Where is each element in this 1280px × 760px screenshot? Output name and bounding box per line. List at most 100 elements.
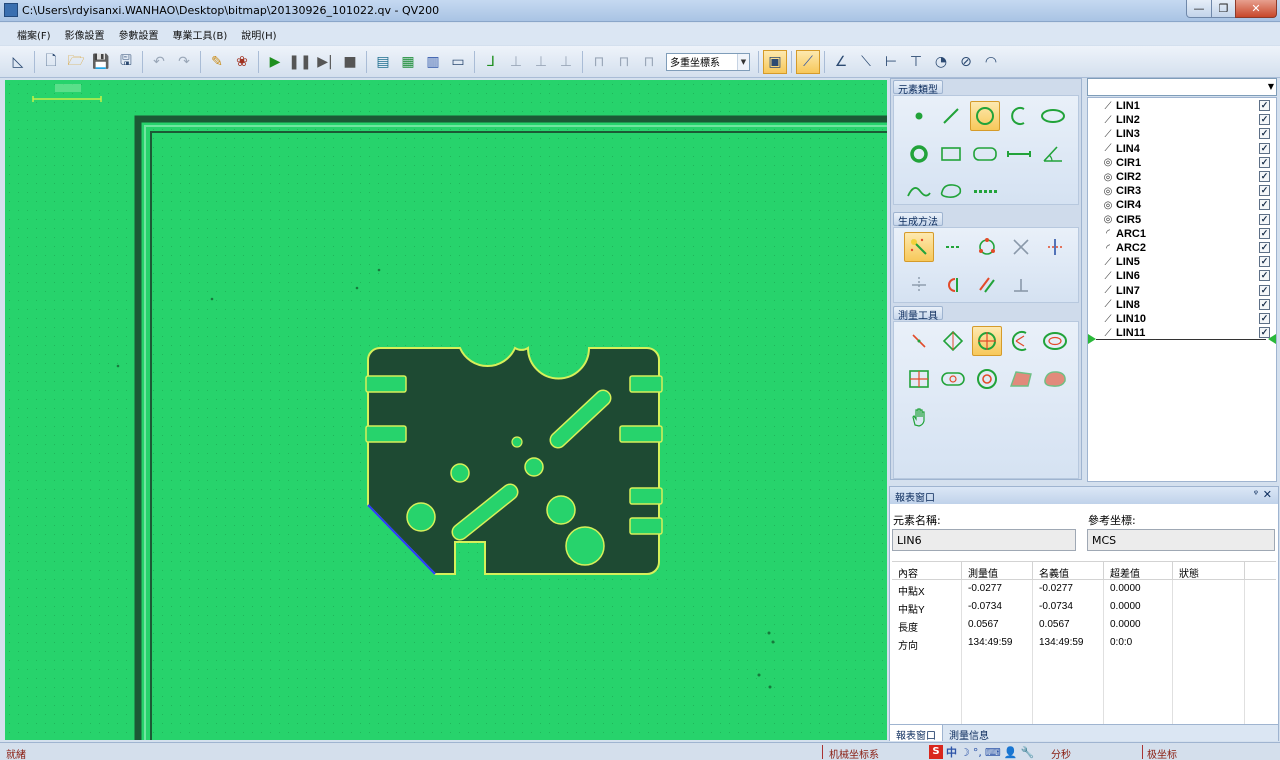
tab-report[interactable]: 報表窗口 — [890, 725, 943, 742]
ellipse-icon[interactable] — [1038, 101, 1068, 131]
camera-view[interactable] — [5, 80, 887, 740]
list-item[interactable]: ⟋ LIN11 ✓ — [1088, 326, 1276, 340]
menu-help[interactable]: 說明(H) — [234, 27, 283, 42]
visibility-checkbox[interactable]: ✓ — [1259, 313, 1270, 324]
line-icon[interactable] — [936, 101, 966, 131]
list-item[interactable]: ◜ ARC2 ✓ — [1088, 241, 1276, 255]
tangent-icon[interactable] — [938, 270, 968, 300]
maximize-button[interactable]: ❐ — [1211, 0, 1236, 18]
column-header[interactable]: 狀態 — [1173, 562, 1245, 580]
visibility-checkbox[interactable]: ✓ — [1259, 327, 1270, 339]
three-point-circle-icon[interactable] — [972, 232, 1002, 262]
redo-icon[interactable]: ↷ — [172, 50, 196, 74]
visibility-checkbox[interactable]: ✓ — [1259, 213, 1270, 225]
excel-export-icon[interactable]: ▦ — [396, 50, 420, 74]
axes-icon[interactable]: ⅃ — [479, 50, 503, 74]
list-item[interactable]: ◎ CIR1 ✓ — [1088, 156, 1276, 170]
ring-icon[interactable] — [904, 139, 934, 169]
sogou-icon[interactable]: S — [929, 745, 943, 759]
point-cloud-icon[interactable] — [970, 176, 1000, 206]
visibility-checkbox[interactable]: ✓ — [1259, 171, 1270, 182]
moon-icon[interactable]: ☽ — [960, 746, 970, 759]
list-item[interactable]: ⟋ LIN6 ✓ — [1088, 269, 1276, 283]
pin-icon[interactable]: ᵠ — [1254, 489, 1258, 500]
curve-icon[interactable] — [904, 176, 934, 206]
ruler-icon[interactable]: ◺ — [6, 50, 30, 74]
list-item[interactable]: ⟋ LIN3 ✓ — [1088, 127, 1276, 141]
point-icon[interactable] — [904, 101, 934, 131]
undo-icon[interactable]: ↶ — [147, 50, 171, 74]
table-row[interactable]: 方向 134:49:59 134:49:59 0:0:0 — [892, 634, 1276, 652]
document-icon[interactable]: ▭ — [446, 50, 470, 74]
pause-icon[interactable]: ❚❚ — [288, 50, 312, 74]
ime-mode[interactable]: 中 — [946, 744, 957, 760]
ring-tool-icon[interactable] — [972, 364, 1002, 394]
visibility-checkbox[interactable]: ✓ — [1259, 199, 1270, 211]
rectangle-tool-icon[interactable] — [904, 364, 934, 394]
coord-rotate-icon[interactable]: ⊥ — [554, 50, 578, 74]
wrench-icon[interactable]: 🔧 — [1020, 746, 1034, 759]
visibility-checkbox[interactable]: ✓ — [1259, 227, 1270, 239]
list-item[interactable]: ◎ CIR5 ✓ — [1088, 213, 1276, 227]
list-item[interactable]: ◎ CIR4 ✓ — [1088, 198, 1276, 212]
slot-icon[interactable] — [970, 139, 1000, 169]
visibility-checkbox[interactable]: ✓ — [1259, 185, 1270, 197]
new-file-icon[interactable]: 🗋 — [39, 50, 63, 74]
list-item[interactable]: ⟋ LIN10 ✓ — [1088, 312, 1276, 326]
auto-edge-icon[interactable]: ⟋ — [796, 49, 820, 74]
visibility-checkbox[interactable]: ✓ — [1259, 156, 1270, 168]
point-line-distance-icon[interactable]: ⟍ — [854, 50, 878, 74]
table-row[interactable]: 中點X -0.0277 -0.0277 0.0000 — [892, 580, 1276, 598]
list-item[interactable]: ⟋ LIN5 ✓ — [1088, 255, 1276, 269]
menu-image-settings[interactable]: 影像設置 — [58, 27, 112, 42]
ime-toolbar[interactable]: S 中 ☽ °, ⌨ 👤 🔧 — [929, 744, 1034, 760]
parallel-icon[interactable] — [972, 270, 1002, 300]
keyboard-icon[interactable]: ⌨ — [985, 746, 1001, 759]
user-icon[interactable]: 👤 — [1004, 746, 1018, 759]
angle-icon[interactable] — [1038, 139, 1068, 169]
arc-icon[interactable] — [1004, 101, 1034, 131]
coord-origin-icon[interactable]: ⊥ — [529, 50, 553, 74]
table-row[interactable]: 長度 0.0567 0.0567 0.0000 — [892, 616, 1276, 634]
list-item[interactable]: ◜ ARC1 ✓ — [1088, 227, 1276, 241]
menu-parameter-settings[interactable]: 參數設置 — [112, 27, 166, 42]
play-icon[interactable]: ▶ — [263, 50, 287, 74]
area-tool-icon[interactable] — [1006, 364, 1036, 394]
list-item[interactable]: ⟋ LIN2 ✓ — [1088, 113, 1276, 127]
word-export-icon[interactable]: ▥ — [421, 50, 445, 74]
coord-load-icon[interactable]: ⊓ — [612, 50, 636, 74]
list-item[interactable]: ⟋ LIN7 ✓ — [1088, 284, 1276, 298]
contour-tool-icon[interactable] — [1040, 364, 1070, 394]
save-icon[interactable]: 💾 — [89, 50, 113, 74]
close-button[interactable]: ✕ — [1235, 0, 1277, 18]
visibility-checkbox[interactable]: ✓ — [1259, 114, 1270, 126]
stop-icon[interactable]: ■ — [338, 50, 362, 74]
magic-wand-icon[interactable] — [904, 232, 934, 262]
visibility-checkbox[interactable]: ✓ — [1259, 242, 1270, 253]
image-capture-icon[interactable]: ▣ — [763, 49, 787, 74]
column-header[interactable]: 測量值 — [962, 562, 1033, 580]
column-header[interactable]: 內容 — [892, 562, 962, 580]
intersection-icon[interactable] — [1006, 232, 1036, 262]
perpendicular-point-icon[interactable] — [1040, 232, 1070, 262]
diamond-tool-icon[interactable] — [938, 326, 968, 356]
coord-delete-icon[interactable]: ⊓ — [637, 50, 661, 74]
menu-file[interactable]: 檔案(F) — [10, 27, 58, 42]
visibility-checkbox[interactable]: ✓ — [1259, 100, 1270, 111]
arc-tool-icon[interactable] — [1006, 326, 1036, 356]
step-icon[interactable]: ▶| — [313, 50, 337, 74]
column-header[interactable]: 名義值 — [1033, 562, 1104, 580]
hand-tool-icon[interactable] — [904, 402, 934, 432]
perpendicular-icon[interactable] — [1006, 270, 1036, 300]
list-item[interactable]: ⟋ LIN8 ✓ — [1088, 298, 1276, 312]
pencil-icon[interactable]: ✎ — [205, 50, 229, 74]
visibility-checkbox[interactable]: ✓ — [1259, 128, 1270, 140]
midpoint-icon[interactable] — [904, 270, 934, 300]
list-item[interactable]: ⟋ LIN1 ✓ — [1088, 99, 1276, 113]
ellipse-tool-icon[interactable] — [1040, 326, 1070, 356]
column-header[interactable]: 超差值 — [1104, 562, 1173, 580]
element-filter-select[interactable]: ▼ — [1087, 78, 1277, 96]
distance-icon[interactable] — [1004, 139, 1034, 169]
table-row[interactable]: 中點Y -0.0734 -0.0734 0.0000 — [892, 598, 1276, 616]
slot-tool-icon[interactable] — [938, 364, 968, 394]
